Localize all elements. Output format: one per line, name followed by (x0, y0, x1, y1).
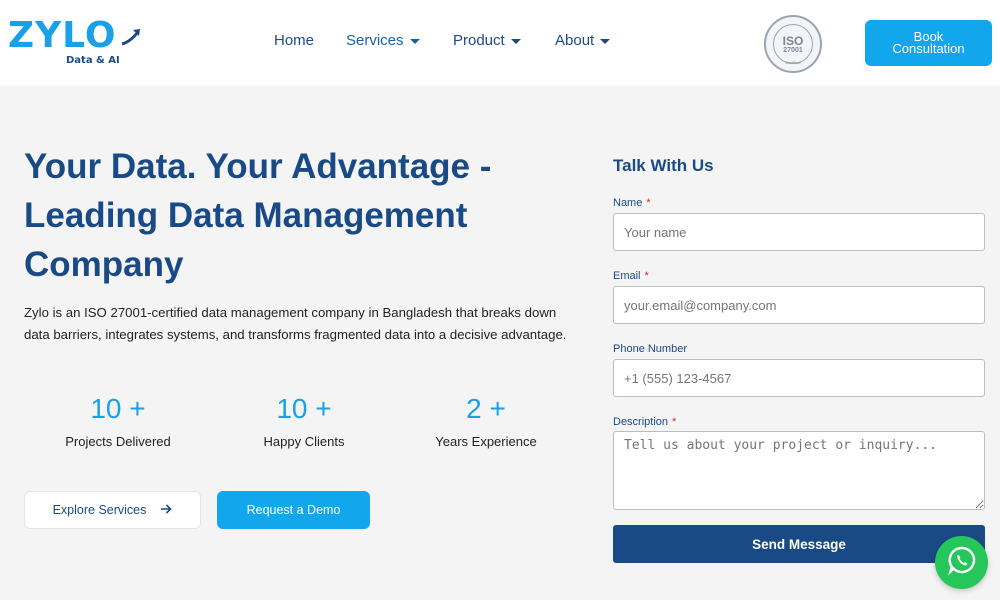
phone-field[interactable] (613, 359, 985, 397)
send-message-label: Send Message (752, 536, 846, 552)
caret-down-icon (510, 39, 521, 44)
explore-services-button[interactable]: Explore Services (24, 491, 201, 529)
book-consultation-label: Book Consultation (892, 30, 965, 56)
hero-title-line2: Leading Data Management (24, 196, 468, 235)
email-label-text: Email (613, 270, 641, 282)
stat-value: 10 + (276, 393, 332, 424)
hero-description: Zylo is an ISO 27001-certified data mana… (24, 305, 567, 342)
nav-home[interactable]: Home (274, 32, 314, 49)
email-field[interactable] (613, 286, 985, 324)
hero-title-line1: Your Data. Your Advantage - (24, 147, 492, 186)
caret-down-icon (409, 39, 420, 44)
description-label-text: Description (613, 416, 669, 428)
book-consultation-button[interactable]: Book Consultation (865, 20, 992, 66)
phone-label-text: Phone Number (613, 343, 687, 355)
name-field[interactable] (613, 213, 985, 251)
caret-down-icon (600, 39, 611, 44)
stat-label: Years Experience (435, 434, 537, 449)
phone-label: Phone Number (613, 343, 687, 355)
required-marker: * (644, 270, 649, 282)
stat-label: Projects Delivered (65, 434, 171, 449)
iso-badge-inner: ISO 27001 (773, 24, 813, 64)
logo[interactable]: ZYLO Data & AI (8, 14, 140, 70)
stat-projects: 10 + Projects Delivered (28, 392, 208, 449)
nav-home-label: Home (274, 32, 315, 49)
nav-services-label: Services (346, 32, 404, 49)
description-label: Description * (613, 416, 676, 428)
required-marker: * (672, 416, 677, 428)
arrow-right-icon (160, 503, 173, 518)
iso-badge-status: Certified (785, 60, 801, 65)
stat-clients: 10 + Happy Clients (214, 392, 394, 449)
required-marker: * (646, 197, 651, 209)
request-demo-label: Request a Demo (246, 503, 341, 517)
description-field[interactable] (613, 431, 985, 510)
nav-product[interactable]: Product (453, 32, 521, 49)
stat-label: Happy Clients (263, 434, 345, 449)
whatsapp-chat-button[interactable] (935, 536, 988, 589)
whatsapp-icon (947, 545, 977, 580)
nav-about[interactable]: About (555, 32, 611, 49)
nav-services[interactable]: Services (346, 32, 420, 49)
explore-services-label: Explore Services (52, 503, 147, 517)
form-title: Talk With Us (613, 156, 714, 175)
nav-about-label: About (555, 32, 595, 49)
name-label-text: Name (613, 197, 643, 209)
iso-badge-main: ISO (782, 33, 804, 48)
name-label: Name * (613, 197, 651, 209)
stat-value: 2 + (466, 393, 506, 424)
request-demo-button[interactable]: Request a Demo (217, 491, 370, 529)
hero-title: Your Data. Your Advantage - Leading Data… (24, 142, 584, 289)
logo-arrow-icon (120, 26, 142, 48)
nav-product-label: Product (453, 32, 505, 49)
iso-certification-badge: ISO 27001 Certified (764, 15, 822, 73)
iso-badge-number: 27001 (783, 46, 803, 54)
stat-value: 10 + (90, 393, 146, 424)
logo-subtitle: Data & AI (66, 55, 120, 66)
email-label: Email * (613, 270, 649, 282)
send-message-button[interactable]: Send Message (613, 525, 985, 563)
site-header: ZYLO Data & AI Home Services Product Abo… (0, 0, 1000, 86)
book-line2: Consultation (892, 41, 965, 56)
hero-title-line3: Company (24, 245, 184, 284)
stat-years: 2 + Years Experience (396, 392, 576, 449)
logo-wordmark: ZYLO (8, 15, 117, 56)
